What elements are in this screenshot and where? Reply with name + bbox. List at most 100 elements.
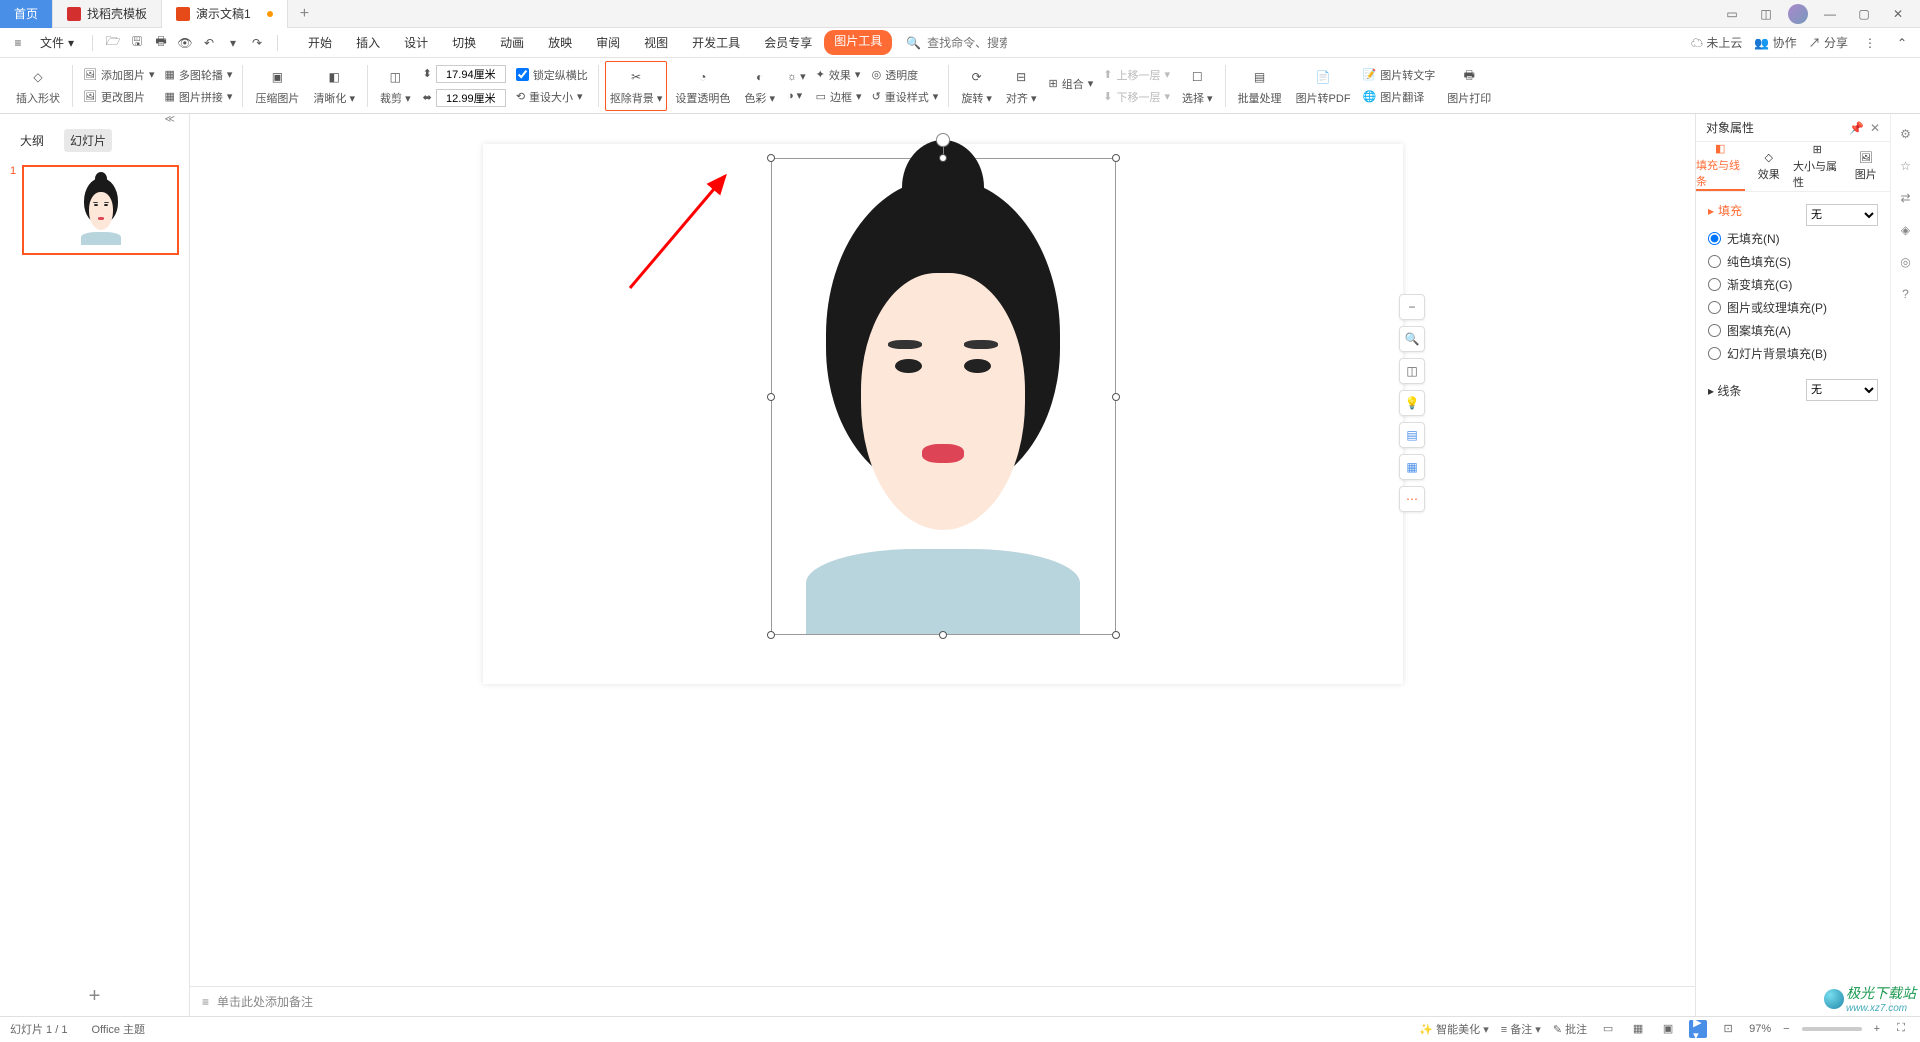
close-panel-icon[interactable]: ✕ <box>1870 121 1880 135</box>
rail-style-icon[interactable]: ☆ <box>1896 156 1916 176</box>
align-button[interactable]: ⊟对齐 ▾ <box>1000 61 1043 111</box>
crop-button[interactable]: ◫裁剪 ▾ <box>374 61 417 111</box>
rotate-button[interactable]: ⟳旋转 ▾ <box>955 61 998 111</box>
reset-size-button[interactable]: ⟲ 重设大小 ▾ <box>512 87 592 107</box>
rail-help-icon[interactable]: ? <box>1896 284 1916 304</box>
nav-slides-tab[interactable]: 幻灯片 <box>64 129 112 152</box>
notes-button[interactable]: ≡ 备注 ▾ <box>1501 1021 1541 1037</box>
rail-settings-icon[interactable]: ⚙ <box>1896 124 1916 144</box>
sharpen-button[interactable]: ◧清晰化 ▾ <box>307 61 361 111</box>
transparency-button[interactable]: ◎ 透明度 <box>868 65 943 85</box>
rail-location-icon[interactable]: ◎ <box>1896 252 1916 272</box>
more-icon[interactable]: ⋮ <box>1860 33 1880 53</box>
add-image-button[interactable]: 🖼 添加图片 ▾ <box>79 65 159 85</box>
color-button[interactable]: ◐色彩 ▾ <box>738 61 781 111</box>
redo-icon[interactable]: ↷ <box>247 33 267 53</box>
fill-none[interactable]: 无填充(N) <box>1708 227 1878 250</box>
tab-member[interactable]: 会员专享 <box>752 30 824 55</box>
collapse-ribbon-icon[interactable]: ⌃ <box>1892 33 1912 53</box>
reset-style-button[interactable]: ↺ 重设样式 ▾ <box>868 87 943 107</box>
send-backward-button[interactable]: ⬇ 下移一层 ▾ <box>1099 87 1174 107</box>
tab-view[interactable]: 视图 <box>632 30 680 55</box>
resize-handle[interactable] <box>1112 393 1120 401</box>
tab-animation[interactable]: 动画 <box>488 30 536 55</box>
crop-tool-icon[interactable]: ◫ <box>1399 358 1425 384</box>
zoom-out-button[interactable]: − <box>1783 1023 1789 1035</box>
slide[interactable] <box>483 144 1403 684</box>
group-button[interactable]: ⊞ 组合 ▾ <box>1044 74 1097 94</box>
contrast-button[interactable]: ◑ ▾ <box>783 87 810 104</box>
rail-animation-icon[interactable]: ◈ <box>1896 220 1916 240</box>
print-image-button[interactable]: 🖶图片打印 <box>1441 61 1497 111</box>
batch-button[interactable]: ▤批量处理 <box>1232 61 1288 111</box>
resize-handle[interactable] <box>767 631 775 639</box>
change-image-button[interactable]: 🖼 更改图片 <box>79 87 159 107</box>
zoom-out-icon[interactable]: − <box>1399 294 1425 320</box>
resize-handle[interactable] <box>1112 631 1120 639</box>
width-field[interactable]: ⬍ <box>419 63 510 85</box>
comments-button[interactable]: ✎ 批注 <box>1553 1021 1587 1037</box>
tab-devtools[interactable]: 开发工具 <box>680 30 752 55</box>
collapse-nav-icon[interactable]: ≪ <box>151 114 189 125</box>
fullscreen-icon[interactable]: ⛶ <box>1892 1020 1910 1038</box>
selected-image[interactable] <box>771 158 1116 635</box>
tab-document[interactable]: 演示文稿1 <box>162 0 288 28</box>
add-slide-button[interactable]: + <box>0 976 189 1016</box>
search-input[interactable] <box>927 36 1007 50</box>
canvas-scroll[interactable]: − 🔍 ◫ 💡 ▤ ▦ ⋯ <box>190 114 1695 986</box>
tab-transition[interactable]: 切换 <box>440 30 488 55</box>
proptab-effect[interactable]: ◇效果 <box>1745 142 1794 191</box>
line-select[interactable]: 无 <box>1806 379 1878 401</box>
fill-gradient[interactable]: 渐变填充(G) <box>1708 273 1878 296</box>
tab-slideshow[interactable]: 放映 <box>536 30 584 55</box>
resize-handle[interactable] <box>767 393 775 401</box>
zoom-in-button[interactable]: + <box>1874 1023 1880 1035</box>
slide-thumbnail-1[interactable]: 1 <box>10 165 179 255</box>
proptab-picture[interactable]: 🖼图片 <box>1842 142 1891 191</box>
set-transparent-button[interactable]: ◔设置透明色 <box>669 61 736 111</box>
style-tool-icon[interactable]: ▦ <box>1399 454 1425 480</box>
line-section[interactable]: ▸ 线条 <box>1708 382 1741 399</box>
normal-view-icon[interactable]: ▭ <box>1599 1020 1617 1038</box>
bring-forward-button[interactable]: ⬆ 上移一层 ▾ <box>1099 65 1174 85</box>
command-search[interactable]: 🔍 <box>906 36 1007 50</box>
brightness-button[interactable]: ☼ ▾ <box>783 68 810 85</box>
fill-section[interactable]: ▸ 填充 <box>1708 202 1742 219</box>
nav-outline-tab[interactable]: 大纲 <box>14 129 50 152</box>
tab-start[interactable]: 开始 <box>296 30 344 55</box>
remove-bg-button[interactable]: ✂抠除背景 ▾ <box>605 61 668 111</box>
resize-handle[interactable] <box>1112 154 1120 162</box>
proptab-fill-line[interactable]: ◧填充与线条 <box>1696 142 1745 191</box>
zoom-in-icon[interactable]: 🔍 <box>1399 326 1425 352</box>
rail-convert-icon[interactable]: ⇄ <box>1896 188 1916 208</box>
undo-icon[interactable]: ↶ <box>199 33 219 53</box>
effect-button[interactable]: ✦ 效果 ▾ <box>812 65 866 85</box>
rotate-handle[interactable] <box>936 133 950 147</box>
print-icon[interactable]: 🖶 <box>151 33 171 53</box>
insert-shape-button[interactable]: ◇插入形状 <box>10 61 66 111</box>
translate-button[interactable]: 🌐 图片翻译 <box>1359 87 1440 107</box>
zoom-value[interactable]: 97% <box>1749 1023 1771 1035</box>
layout-tool-icon[interactable]: ▤ <box>1399 422 1425 448</box>
tab-insert[interactable]: 插入 <box>344 30 392 55</box>
lock-ratio-checkbox[interactable]: 锁定纵横比 <box>512 65 592 85</box>
sorter-view-icon[interactable]: ▦ <box>1629 1020 1647 1038</box>
fill-picture[interactable]: 图片或纹理填充(P) <box>1708 296 1878 319</box>
collab-button[interactable]: 👥 协作 <box>1754 34 1796 51</box>
resize-handle[interactable] <box>939 631 947 639</box>
tab-template[interactable]: 找稻壳模板 <box>53 0 162 28</box>
fill-slidebg[interactable]: 幻灯片背景填充(B) <box>1708 342 1878 365</box>
tab-review[interactable]: 审阅 <box>584 30 632 55</box>
save-icon[interactable]: 🖫 <box>127 33 147 53</box>
share-button[interactable]: ↗ 分享 <box>1809 34 1848 51</box>
fill-solid[interactable]: 纯色填充(S) <box>1708 250 1878 273</box>
compress-button[interactable]: ▣压缩图片 <box>249 61 305 111</box>
tab-picture-tools[interactable]: 图片工具 <box>824 30 892 55</box>
resize-handle[interactable] <box>767 154 775 162</box>
close-button[interactable]: ✕ <box>1886 2 1910 26</box>
avatar[interactable] <box>1788 4 1808 24</box>
pin-icon[interactable]: 📌 <box>1849 121 1864 135</box>
layout-icon[interactable]: ▭ <box>1720 2 1744 26</box>
beautify-button[interactable]: ✨ 智能美化 ▾ <box>1419 1021 1488 1037</box>
to-pdf-button[interactable]: 📄图片转PDF <box>1290 61 1357 111</box>
